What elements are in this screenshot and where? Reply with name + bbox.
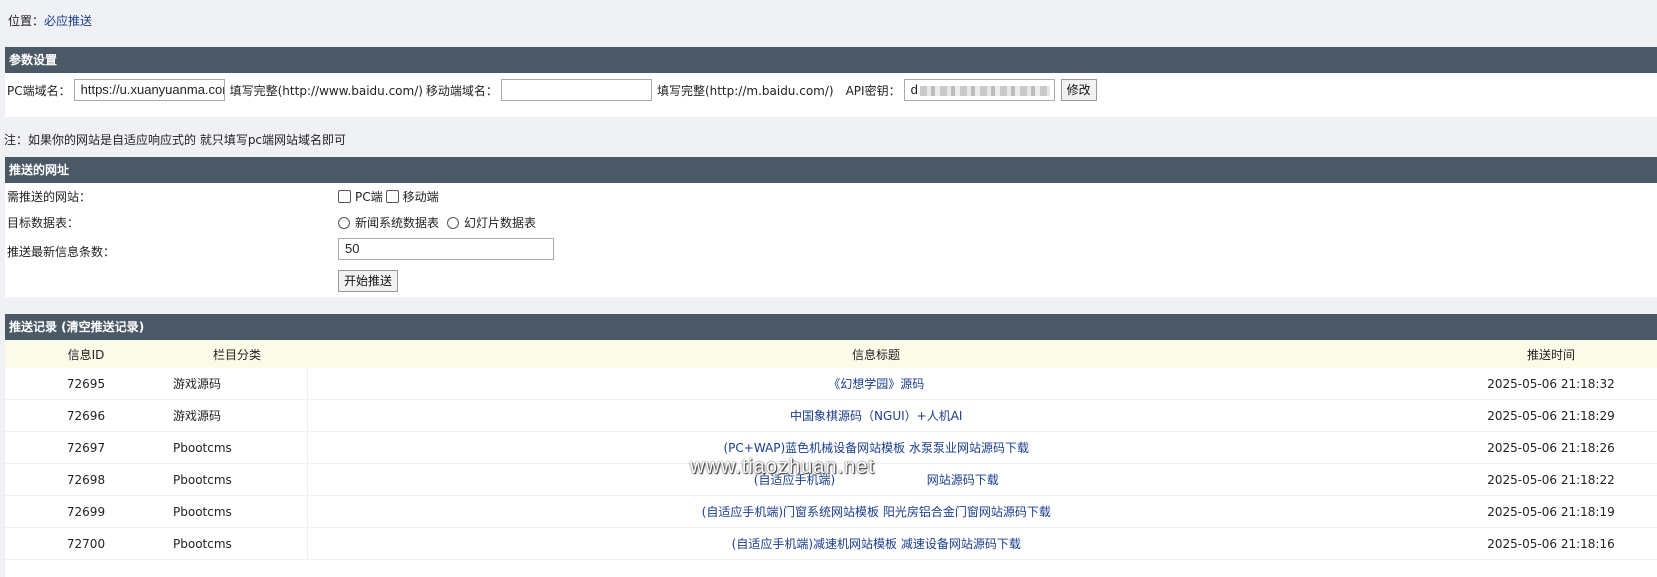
watermark-text: www.tiaozhuan.net [690, 456, 875, 478]
table-header-row: 信息ID 栏目分类 信息标题 推送时间 [5, 340, 1657, 368]
params-header: 参数设置 [5, 47, 1657, 73]
records-header: 推送记录 (清空推送记录) [5, 314, 1657, 340]
records-table: 信息ID 栏目分类 信息标题 推送时间 72695 游戏源码 《幻想学园》源码 … [5, 340, 1657, 560]
count-input[interactable]: 50 [338, 238, 554, 260]
push-header: 推送的网址 [5, 157, 1657, 183]
table-row: 72696 游戏源码 中国象棋源码（NGUI）+人机AI 2025-05-06 … [5, 399, 1657, 432]
row-id: 72697 [5, 431, 167, 464]
modify-button[interactable]: 修改 [1060, 79, 1097, 101]
api-key-value: d [910, 82, 918, 97]
row-id: 72696 [5, 399, 167, 432]
sites-label: 需推送的网站： [7, 190, 92, 204]
row-id: 72699 [5, 495, 167, 528]
mobile-checkbox-label[interactable]: 移动端 [403, 188, 439, 205]
table-row: 72699 Pbootcms (自适应手机端)门窗系统网站模板 阳光房铝合金门窗… [5, 495, 1657, 528]
count-label-row: 推送最新信息条数： [7, 243, 115, 260]
target-table-label: 目标数据表： [7, 216, 80, 230]
mobile-domain-label: 移动端域名： [425, 83, 498, 98]
row-title-link[interactable]: 中国象棋源码（NGUI）+人机AI [790, 409, 962, 423]
count-row: 50 [338, 238, 554, 260]
row-category: Pbootcms [167, 463, 308, 496]
row-time: 2025-05-06 21:18:16 [1445, 527, 1657, 560]
pc-domain-label: PC端域名： [7, 83, 71, 98]
api-key-input[interactable]: d [903, 79, 1055, 101]
api-key-mask [919, 85, 1050, 96]
news-table-radio[interactable] [338, 216, 350, 229]
row-title-link[interactable]: (自适应手机端)门窗系统网站模板 阳光房铝合金门窗网站源码下载 [702, 505, 1051, 519]
pc-domain-hint: 填写完整(http://www.baidu.com/) [229, 83, 423, 98]
slides-table-radio[interactable] [447, 216, 460, 229]
push-panel: 推送的网址 需推送的网站： PC端 移动端 目标数据表： 新闻系统数据表 幻灯片… [5, 157, 1657, 297]
row-category: Pbootcms [167, 431, 308, 464]
row-id: 72698 [5, 463, 167, 496]
col-title: 信息标题 [307, 340, 1445, 368]
row-time: 2025-05-06 21:18:26 [1445, 431, 1657, 464]
row-time: 2025-05-06 21:18:19 [1445, 495, 1657, 528]
clear-records-link[interactable]: 清空推送记录 [67, 320, 139, 334]
start-row: 开始推送 [338, 270, 399, 292]
start-push-button[interactable]: 开始推送 [338, 270, 399, 292]
row-category: Pbootcms [167, 527, 308, 560]
row-category: 游戏源码 [167, 399, 308, 432]
row-category: 游戏源码 [167, 368, 308, 400]
params-panel: 参数设置 PC端域名： https://u.xuanyuanma.com/ 填写… [5, 47, 1657, 117]
count-label: 推送最新信息条数： [7, 245, 116, 259]
api-key-label: API密钥： [845, 83, 901, 98]
records-header-prefix: 推送记录 ( [9, 320, 67, 334]
pc-checkbox-label[interactable]: PC端 [355, 188, 383, 205]
breadcrumb: 位置：必应推送 [8, 12, 92, 29]
row-id: 72700 [5, 527, 167, 560]
row-title-link[interactable]: (自适应手机端)减速机网站模板 减速设备网站源码下载 [732, 537, 1021, 551]
records-panel: 推送记录 (清空推送记录) 信息ID 栏目分类 信息标题 推送时间 72695 … [5, 314, 1657, 577]
pc-domain-input[interactable]: https://u.xuanyuanma.com/ [73, 79, 225, 101]
breadcrumb-link[interactable]: 必应推送 [44, 14, 92, 28]
row-time: 2025-05-06 21:18:32 [1445, 368, 1657, 400]
sites-label-row: 需推送的网站： [7, 188, 91, 205]
row-title-link[interactable]: (PC+WAP)蓝色机械设备网站模板 水泵泵业网站源码下载 [723, 441, 1029, 455]
col-time: 推送时间 [1445, 340, 1657, 368]
table-row: 72695 游戏源码 《幻想学园》源码 2025-05-06 21:18:32 [5, 368, 1657, 400]
col-category: 栏目分类 [167, 340, 307, 368]
params-row: PC端域名： https://u.xuanyuanma.com/ 填写完整(ht… [7, 79, 1097, 101]
slides-table-label[interactable]: 幻灯片数据表 [464, 214, 536, 231]
breadcrumb-label: 位置： [8, 14, 45, 28]
table-label-row: 目标数据表： [7, 214, 79, 231]
mobile-checkbox[interactable] [385, 190, 399, 203]
row-id: 72695 [5, 368, 167, 400]
records-header-suffix: ) [138, 320, 145, 334]
row-time: 2025-05-06 21:18:22 [1445, 463, 1657, 496]
table-row: 72700 Pbootcms (自适应手机端)减速机网站模板 减速设备网站源码下… [5, 527, 1657, 560]
pc-checkbox[interactable] [338, 190, 351, 203]
row-category: Pbootcms [167, 495, 308, 528]
table-options: 新闻系统数据表 幻灯片数据表 [338, 214, 536, 231]
responsive-note: 注：如果你的网站是自适应响应式的 就只填写pc端网站域名即可 [4, 133, 347, 147]
sites-options: PC端 移动端 [338, 188, 439, 205]
col-id: 信息ID [5, 340, 167, 368]
news-table-label[interactable]: 新闻系统数据表 [355, 214, 439, 231]
row-time: 2025-05-06 21:18:29 [1445, 399, 1657, 432]
mobile-domain-hint: 填写完整(http://m.baidu.com/) [656, 83, 834, 98]
mobile-domain-input[interactable] [500, 79, 652, 101]
row-title-link[interactable]: 《幻想学园》源码 [828, 377, 924, 391]
